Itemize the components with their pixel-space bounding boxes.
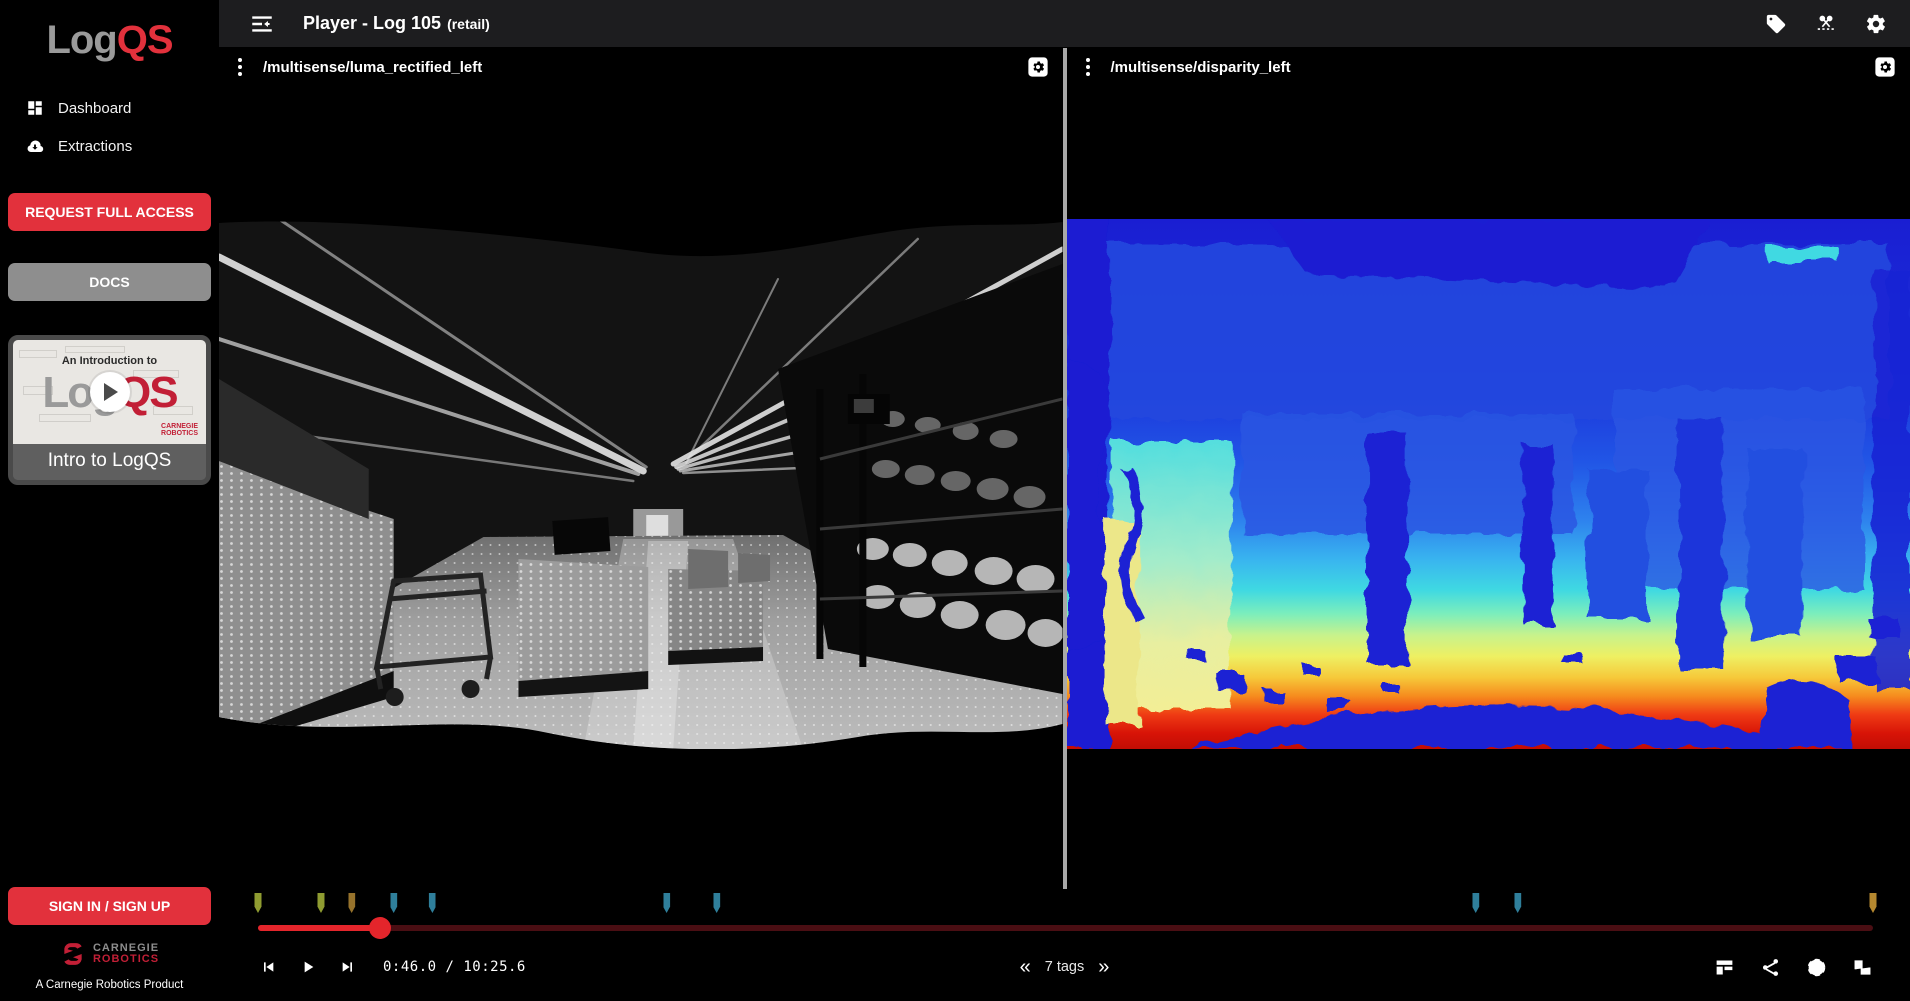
next-tag-icon[interactable]: » (1098, 957, 1109, 977)
timeline-tag-marker[interactable] (348, 893, 355, 913)
timeline-played (258, 925, 380, 931)
carnegie-robotics-logo: CARNEGIE ROBOTICS (8, 941, 211, 967)
play-icon (300, 959, 316, 975)
carnegie-robotics-icon (60, 941, 86, 967)
footer-right-actions (1712, 955, 1874, 979)
page-title-suffix: (retail) (447, 16, 490, 32)
transport-buttons: 0:46.0 / 10:25.6 (255, 954, 526, 980)
cloud-download-icon (26, 137, 44, 155)
top-bar: Player - Log 105(retail) (219, 0, 1910, 48)
timeline-tag-marker[interactable] (429, 893, 436, 913)
sidebar-spacer (8, 485, 211, 887)
thumbnail-brand: CARNEGIE ROBOTICS (161, 423, 198, 438)
docs-button[interactable]: DOCS (8, 263, 211, 301)
playback-speed-icon[interactable] (1804, 955, 1828, 979)
intro-video-caption: Intro to LogQS (13, 444, 206, 480)
sidebar-item-label: Extractions (58, 138, 132, 155)
timeline-tag-marker[interactable] (1870, 893, 1877, 913)
transport-bar: 0:46.0 / 10:25.6 « 7 tags » (219, 889, 1910, 1001)
topbar-actions (1764, 12, 1888, 36)
app-window: LogQS Dashboard Extractions REQUEST FULL… (0, 0, 1910, 1001)
timeline-thumb[interactable] (369, 917, 391, 939)
logo-text-gray: Log (46, 18, 116, 62)
thumbnail-intro-text: An Introduction to (13, 355, 206, 367)
intro-video-card[interactable]: An Introduction to LogQS CARNEGIE ROBOTI… (8, 335, 211, 485)
skip-next-icon (340, 959, 356, 975)
panel-settings-icon[interactable] (1874, 56, 1896, 78)
skip-previous-button[interactable] (255, 954, 281, 980)
panel-topic-title: /multisense/disparity_left (1111, 59, 1291, 76)
share-icon[interactable] (1758, 955, 1782, 979)
collapse-menu-icon[interactable] (249, 11, 275, 37)
panel-luma-header: /multisense/luma_rectified_left (219, 48, 1063, 86)
timeline-tag-marker[interactable] (317, 893, 324, 913)
panel-luma: /multisense/luma_rectified_left (219, 48, 1063, 889)
sidebar: LogQS Dashboard Extractions REQUEST FULL… (0, 0, 219, 1001)
dashboard-icon (26, 99, 44, 117)
carnegie-robotics-wordmark: CARNEGIE ROBOTICS (93, 943, 159, 965)
sidebar-item-extractions[interactable]: Extractions (8, 127, 211, 165)
luma-image (219, 219, 1063, 749)
panel-topic-title: /multisense/luma_rectified_left (263, 59, 482, 76)
settings-icon[interactable] (1864, 12, 1888, 36)
panel-menu-icon[interactable] (1079, 56, 1097, 78)
panel-disparity: /multisense/disparity_left (1063, 48, 1910, 889)
timeline-tag-marker[interactable] (390, 893, 397, 913)
previous-tag-icon[interactable]: « (1020, 957, 1031, 977)
tags-count-label: 7 tags (1045, 959, 1085, 975)
product-tagline: A Carnegie Robotics Product (8, 979, 211, 991)
signal-step-icon[interactable] (1850, 955, 1874, 979)
player-panels: /multisense/luma_rectified_left (219, 48, 1910, 889)
sign-in-button[interactable]: SIGN IN / SIGN UP (8, 887, 211, 925)
main-area: Player - Log 105(retail) (219, 0, 1910, 1001)
timeline-tag-marker[interactable] (663, 893, 670, 913)
tag-icon[interactable] (1764, 12, 1788, 36)
panel-disparity-header: /multisense/disparity_left (1067, 48, 1910, 86)
playback-controls: 0:46.0 / 10:25.6 « 7 tags » (219, 941, 1910, 993)
panel-menu-icon[interactable] (231, 56, 249, 78)
disparity-image (1067, 219, 1910, 749)
panel-luma-viewport[interactable] (219, 86, 1063, 889)
timeline-tag-marker[interactable] (1472, 893, 1479, 913)
time-display: 0:46.0 / 10:25.6 (383, 959, 526, 975)
intro-video-thumbnail[interactable]: An Introduction to LogQS CARNEGIE ROBOTI… (13, 340, 206, 444)
layout-icon[interactable] (1712, 955, 1736, 979)
panel-disparity-viewport[interactable] (1067, 86, 1910, 889)
timeline[interactable] (258, 893, 1873, 937)
sidebar-item-dashboard[interactable]: Dashboard (8, 89, 211, 127)
play-video-icon[interactable] (90, 372, 130, 412)
timeline-tag-marker[interactable] (1514, 893, 1521, 913)
timeline-track[interactable] (258, 925, 1873, 931)
tags-navigation: « 7 tags » (1020, 957, 1110, 977)
sidebar-item-label: Dashboard (58, 100, 131, 117)
timeline-tag-marker[interactable] (255, 893, 262, 913)
timeline-tag-marker[interactable] (713, 893, 720, 913)
play-button[interactable] (295, 954, 321, 980)
logqs-logo: LogQS (8, 18, 211, 63)
skip-previous-icon (260, 959, 276, 975)
logo-text-red: QS (117, 18, 173, 62)
trim-icon[interactable] (1814, 12, 1838, 36)
request-full-access-button[interactable]: REQUEST FULL ACCESS (8, 193, 211, 231)
skip-next-button[interactable] (335, 954, 361, 980)
panel-settings-icon[interactable] (1027, 56, 1049, 78)
page-title: Player - Log 105(retail) (303, 13, 490, 34)
